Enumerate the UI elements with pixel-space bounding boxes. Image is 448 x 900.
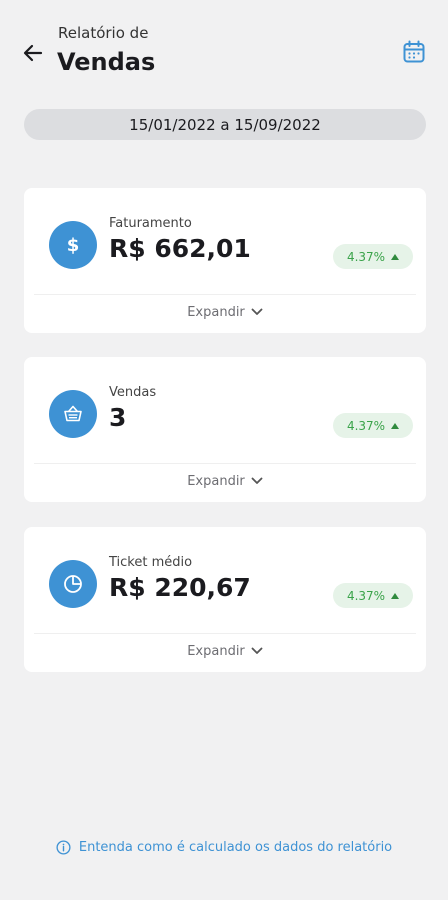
change-badge-text: 4.37%	[346, 588, 386, 603]
page-title: Vendas	[57, 48, 156, 76]
card-value: R$ 662,01	[109, 234, 251, 263]
arrow-up-icon	[391, 253, 400, 260]
arrow-up-icon	[391, 592, 400, 599]
report-info-link[interactable]: Entenda como é calculado os dados do rel…	[0, 836, 448, 858]
page-subtitle: Relatório de	[58, 24, 149, 42]
expand-button[interactable]: Expandir	[24, 639, 426, 663]
expand-label: Expandir	[187, 473, 245, 489]
calendar-button[interactable]	[400, 38, 428, 66]
svg-text:$: $	[67, 235, 80, 256]
change-badge: 4.37%	[333, 583, 413, 608]
expand-button[interactable]: Expandir	[24, 300, 426, 324]
header: Relatório de Vendas	[0, 0, 448, 100]
divider	[34, 463, 416, 464]
card-icon-circle	[49, 390, 97, 438]
expand-button[interactable]: Expandir	[24, 469, 426, 493]
card-vendas: Vendas 3 4.37% Expandir	[24, 357, 426, 502]
calendar-icon	[403, 40, 425, 63]
expand-label: Expandir	[187, 643, 245, 659]
back-button[interactable]	[20, 40, 46, 66]
arrow-up-icon	[391, 422, 400, 429]
chevron-down-icon	[251, 477, 263, 484]
card-value: R$ 220,67	[109, 573, 251, 602]
dollar-icon: $	[67, 235, 80, 256]
divider	[34, 294, 416, 295]
change-badge-text: 4.37%	[346, 249, 386, 264]
pie-chart-icon	[64, 575, 82, 593]
date-range-pill[interactable]: 15/01/2022 a 15/09/2022	[24, 109, 426, 140]
info-icon	[56, 839, 71, 855]
basket-icon	[64, 405, 82, 422]
change-badge: 4.37%	[333, 244, 413, 269]
card-value: 3	[109, 403, 127, 432]
card-ticket-medio: Ticket médio R$ 220,67 4.37% Expandir	[24, 527, 426, 672]
expand-label: Expandir	[187, 304, 245, 320]
card-label: Vendas	[109, 385, 157, 400]
card-label: Ticket médio	[109, 555, 193, 570]
arrow-left-icon	[23, 44, 43, 62]
card-icon-circle	[49, 560, 97, 608]
report-info-text: Entenda como é calculado os dados do rel…	[78, 839, 393, 855]
card-icon-circle: $	[49, 221, 97, 269]
change-badge: 4.37%	[333, 413, 413, 438]
divider	[34, 633, 416, 634]
card-faturamento: $ Faturamento R$ 662,01 4.37% Expandir	[24, 188, 426, 333]
chevron-down-icon	[251, 647, 263, 654]
change-badge-text: 4.37%	[346, 418, 386, 433]
card-label: Faturamento	[109, 216, 192, 231]
chevron-down-icon	[251, 308, 263, 315]
